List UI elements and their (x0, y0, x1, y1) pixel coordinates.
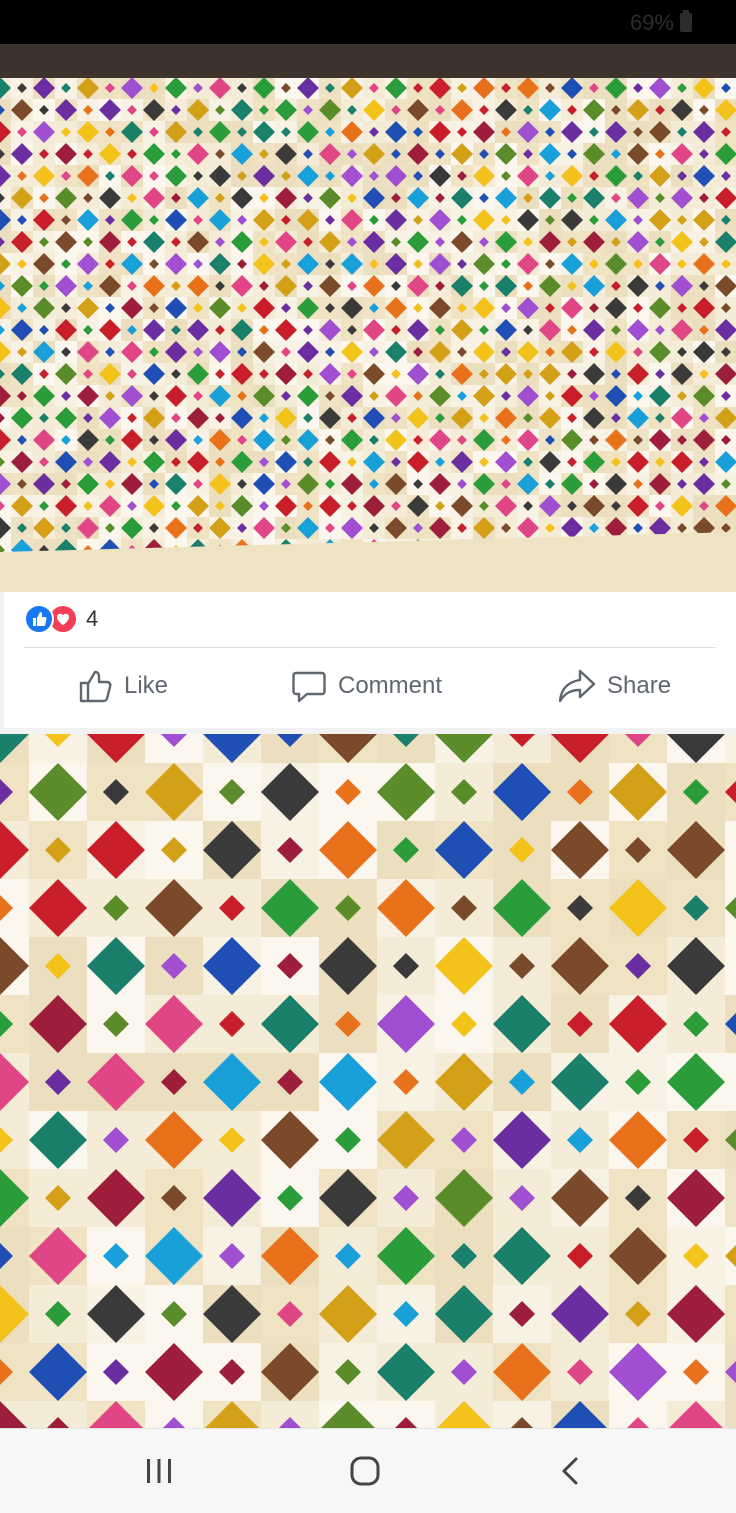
like-button[interactable]: Like (76, 664, 168, 708)
quilt-photo-closeup[interactable] (0, 734, 736, 1428)
back-icon (562, 1457, 578, 1485)
screen: 69% 4 Like Comment Share (0, 0, 736, 1513)
reaction-count: 4 (86, 606, 99, 631)
like-reaction-icon (24, 604, 54, 634)
status-bar: 69% (0, 0, 736, 44)
back-button[interactable] (549, 1451, 593, 1491)
home-icon (350, 1456, 380, 1486)
reactions-summary[interactable]: 4 (24, 604, 99, 634)
share-button[interactable]: Share (557, 664, 671, 708)
quilt-image-full (0, 44, 736, 592)
recents-icon (147, 1459, 171, 1483)
share-label: Share (607, 672, 672, 699)
thumbs-up-icon (79, 670, 112, 703)
share-arrow-icon (558, 669, 596, 703)
like-label: Like (124, 672, 169, 699)
home-button[interactable] (343, 1451, 387, 1491)
divider (24, 647, 716, 648)
recents-button[interactable] (137, 1451, 181, 1491)
comment-icon (292, 671, 326, 703)
comment-label: Comment (338, 672, 443, 699)
post-actions-card: 4 Like Comment Share (4, 592, 736, 728)
battery-percentage: 69% (629, 10, 674, 35)
quilt-image-closeup (0, 734, 736, 1428)
battery-icon (680, 10, 692, 32)
quilt-photo-full[interactable] (0, 44, 736, 592)
system-nav-bar (0, 1428, 736, 1513)
comment-button[interactable]: Comment (290, 664, 442, 708)
